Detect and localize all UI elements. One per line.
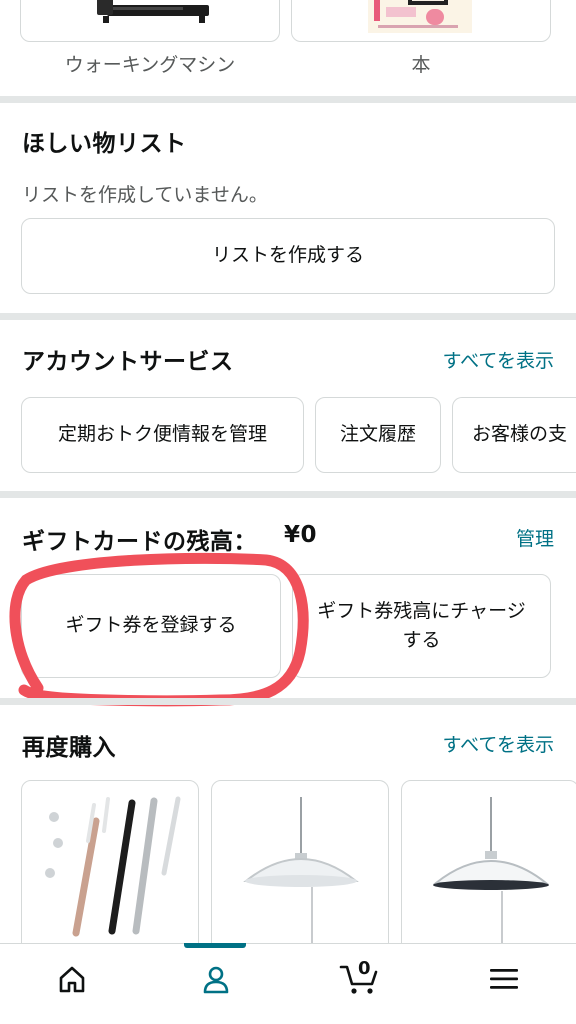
gift-card-balance-value: ¥0 <box>284 522 318 548</box>
nav-menu[interactable] <box>432 944 576 1014</box>
customer-service-button[interactable]: お客様の支 <box>452 397 576 473</box>
section-divider <box>0 491 576 498</box>
wishlist-empty-text: リストを作成していません。 <box>22 184 268 206</box>
menu-icon <box>490 969 518 989</box>
account-icon <box>203 966 229 994</box>
recommendation-caption-book: 本 <box>411 54 431 76</box>
home-icon <box>59 966 85 993</box>
order-history-button[interactable]: 注文履歴 <box>315 397 441 473</box>
section-divider <box>0 313 576 320</box>
charge-gift-card-button[interactable]: ギフト券残高にチャージする <box>292 574 551 678</box>
bottom-navigation-bar: 0 <box>0 943 576 1024</box>
nav-account[interactable] <box>144 944 288 1014</box>
account-services-title: アカウントサービス <box>22 349 234 375</box>
section-divider <box>0 96 576 103</box>
buy-again-title: 再度購入 <box>22 735 116 761</box>
recommendation-card-treadmill[interactable] <box>20 0 280 42</box>
gift-card-balance-label: ギフトカードの残高： <box>22 529 257 555</box>
buy-again-see-all-link[interactable]: すべてを表示 <box>442 730 554 757</box>
account-services-see-all-link[interactable]: すべてを表示 <box>442 346 554 373</box>
register-gift-card-button[interactable]: ギフト券を登録する <box>21 574 281 678</box>
gift-card-manage-link[interactable]: 管理 <box>516 524 554 551</box>
wishlist-title: ほしい物リスト <box>22 131 187 157</box>
treadmill-image <box>97 0 209 23</box>
recommendation-card-book[interactable] <box>291 0 551 42</box>
nav-cart[interactable]: 0 <box>288 944 432 1014</box>
nav-home[interactable] <box>0 944 144 1014</box>
section-divider <box>0 698 576 705</box>
cart-count-badge: 0 <box>358 958 371 979</box>
subscribe-save-button[interactable]: 定期おトク便情報を管理 <box>21 397 304 473</box>
create-list-button[interactable]: リストを作成する <box>21 218 555 294</box>
recommendation-caption-treadmill: ウォーキングマシン <box>64 54 236 76</box>
book-cover-image <box>368 0 472 33</box>
